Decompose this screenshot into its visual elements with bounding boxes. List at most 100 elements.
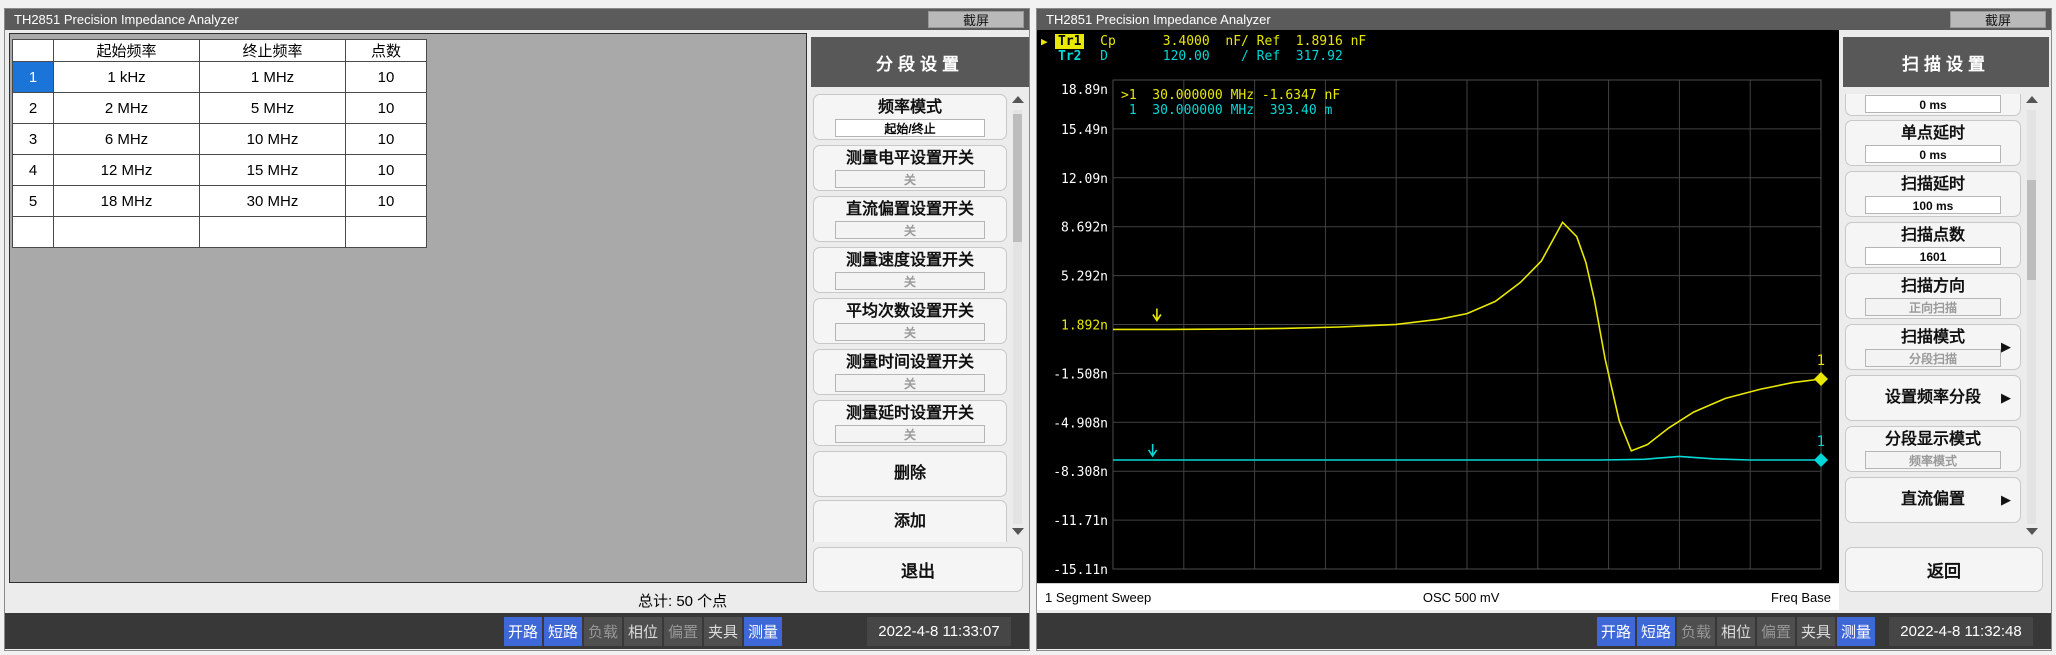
segment-table[interactable]: 起始频率终止频率点数 11 kHz1 MHz1022 MHz5 MHz1036 … — [12, 39, 427, 248]
table-row[interactable]: 36 MHz10 MHz10 — [13, 124, 427, 155]
button-label: 扫描延时 — [1846, 175, 2020, 195]
osc-level-label: OSC 500 mV — [1423, 590, 1500, 605]
status-button[interactable]: 负载 — [1677, 617, 1715, 646]
svg-text:-15.11n: -15.11n — [1053, 563, 1108, 578]
add-button[interactable]: 添加 — [813, 500, 1007, 542]
status-button[interactable]: 相位 — [1717, 617, 1755, 646]
row-index-cell[interactable]: 4 — [13, 155, 54, 186]
row-index-cell[interactable]: 1 — [13, 62, 54, 93]
table-cell[interactable]: 2 MHz — [54, 93, 200, 124]
submenu-arrow-icon: ▶ — [2001, 492, 2011, 508]
screenshot-button[interactable]: 截屏 — [1950, 11, 2046, 28]
button-value: 频率模式 — [1865, 451, 2001, 469]
status-button[interactable]: 短路 — [544, 617, 582, 646]
button-label: 分段显示模式 — [1846, 430, 2020, 450]
button-label: 直流偏置 — [1901, 490, 1965, 510]
table-row[interactable]: 412 MHz15 MHz10 — [13, 155, 427, 186]
button-value: 关 — [835, 221, 985, 239]
scrollbar-track[interactable] — [2027, 110, 2036, 524]
status-button[interactable]: 偏置 — [664, 617, 702, 646]
svg-text:1: 1 — [1817, 353, 1825, 369]
dc-bias-switch-button[interactable]: 直流偏置设置开关关 — [813, 196, 1007, 242]
status-button[interactable]: 开路 — [1597, 617, 1635, 646]
meas-time-switch-button[interactable]: 测量时间设置开关关 — [813, 349, 1007, 395]
sweep-direction-button[interactable]: 扫描方向正向扫描 — [1845, 273, 2021, 319]
table-row[interactable] — [13, 217, 427, 248]
table-cell[interactable]: 5 MHz — [200, 93, 346, 124]
panel-title-sweep-settings: 扫描设置 — [1843, 37, 2049, 87]
segment-settings-panel: 分段设置 频率模式起始/终止测量电平设置开关关直流偏置设置开关关测量速度设置开关… — [811, 30, 1029, 615]
table-row[interactable]: 11 kHz1 MHz10 — [13, 62, 427, 93]
scrollbar-track[interactable] — [1013, 110, 1022, 524]
table-row[interactable]: 22 MHz5 MHz10 — [13, 93, 427, 124]
table-cell[interactable]: 1 kHz — [54, 62, 200, 93]
table-cell[interactable]: 12 MHz — [54, 155, 200, 186]
table-cell[interactable] — [54, 217, 200, 248]
table-cell[interactable]: 10 — [346, 124, 427, 155]
active-trace-arrow-icon: ▶ — [1041, 35, 1055, 48]
svg-text:1.892n: 1.892n — [1061, 319, 1108, 334]
trace1-readout[interactable]: ▶ Tr1 Cp 3.4000 nF/ Ref 1.8916 nF — [1041, 34, 1366, 49]
scrollbar-thumb[interactable] — [1013, 114, 1022, 242]
segment-table-header-row: 起始频率终止频率点数 — [13, 40, 427, 62]
back-button[interactable]: 返回 — [1845, 547, 2043, 592]
submenu-arrow-icon: ▶ — [2001, 390, 2011, 406]
screenshot-button[interactable]: 截屏 — [928, 11, 1024, 28]
table-cell[interactable]: 15 MHz — [200, 155, 346, 186]
level-switch-button[interactable]: 测量电平设置开关关 — [813, 145, 1007, 191]
scrollbar-thumb[interactable] — [2027, 180, 2036, 280]
row-index-cell[interactable]: 2 — [13, 93, 54, 124]
table-cell[interactable]: 6 MHz — [54, 124, 200, 155]
freq-mode-button[interactable]: 频率模式起始/终止 — [813, 94, 1007, 140]
status-button[interactable]: 测量 — [1837, 617, 1875, 646]
delete-button[interactable]: 删除 — [813, 451, 1007, 497]
table-cell[interactable]: 10 MHz — [200, 124, 346, 155]
right-titlebar[interactable]: TH2851 Precision Impedance Analyzer 截屏 — [1037, 9, 2051, 30]
table-cell[interactable]: 30 MHz — [200, 186, 346, 217]
scroll-down-icon[interactable] — [1012, 528, 1024, 535]
point-delay-button[interactable]: 单点延时0 ms — [1845, 120, 2021, 166]
set-freq-segments-button[interactable]: 设置频率分段▶ — [1845, 375, 2021, 421]
row-index-cell[interactable]: 3 — [13, 124, 54, 155]
row-index-cell[interactable]: 5 — [13, 186, 54, 217]
sweep-type-label: 1 Segment Sweep — [1045, 590, 1151, 605]
exit-button[interactable]: 退出 — [813, 547, 1023, 592]
table-cell[interactable]: 10 — [346, 62, 427, 93]
segment-display-mode-button[interactable]: 分段显示模式频率模式 — [1845, 426, 2021, 472]
segment-table-area: 起始频率终止频率点数 11 kHz1 MHz1022 MHz5 MHz1036 … — [9, 33, 807, 583]
sweep-points-button[interactable]: 扫描点数1601 — [1845, 222, 2021, 268]
status-button[interactable]: 相位 — [624, 617, 662, 646]
partial-delay-button[interactable]: 0 ms — [1845, 94, 2021, 116]
row-index-cell[interactable] — [13, 217, 54, 248]
sweep-mode-button[interactable]: 扫描模式分段扫描▶ — [1845, 324, 2021, 370]
average-switch-button[interactable]: 平均次数设置开关关 — [813, 298, 1007, 344]
status-button[interactable]: 负载 — [584, 617, 622, 646]
scroll-down-icon[interactable] — [2026, 528, 2038, 535]
sweep-delay-button[interactable]: 扫描延时100 ms — [1845, 171, 2021, 217]
scroll-up-icon[interactable] — [1012, 96, 1024, 103]
button-label: 扫描模式 — [1846, 328, 2020, 348]
table-cell[interactable] — [346, 217, 427, 248]
status-button[interactable]: 开路 — [504, 617, 542, 646]
trace2-readout[interactable]: Tr2 D 120.00 / Ref 317.92 — [1041, 49, 1343, 64]
scroll-up-icon[interactable] — [2026, 96, 2038, 103]
table-cell[interactable]: 1 MHz — [200, 62, 346, 93]
speed-switch-button[interactable]: 测量速度设置开关关 — [813, 247, 1007, 293]
status-button[interactable]: 短路 — [1637, 617, 1675, 646]
status-button[interactable]: 测量 — [744, 617, 782, 646]
table-cell[interactable]: 10 — [346, 93, 427, 124]
table-cell[interactable]: 10 — [346, 186, 427, 217]
status-button[interactable]: 偏置 — [1757, 617, 1795, 646]
dc-bias-button[interactable]: 直流偏置 ▶ — [1845, 477, 2021, 523]
status-button[interactable]: 夹具 — [1797, 617, 1835, 646]
column-header: 终止频率 — [200, 40, 346, 62]
table-cell[interactable]: 18 MHz — [54, 186, 200, 217]
status-button[interactable]: 夹具 — [704, 617, 742, 646]
left-titlebar[interactable]: TH2851 Precision Impedance Analyzer 截屏 — [5, 9, 1029, 30]
table-cell[interactable] — [200, 217, 346, 248]
window-title: TH2851 Precision Impedance Analyzer — [1046, 12, 1271, 27]
button-label: 单点延时 — [1846, 124, 2020, 144]
table-cell[interactable]: 10 — [346, 155, 427, 186]
table-row[interactable]: 518 MHz30 MHz10 — [13, 186, 427, 217]
meas-delay-switch-button[interactable]: 测量延时设置开关关 — [813, 400, 1007, 446]
